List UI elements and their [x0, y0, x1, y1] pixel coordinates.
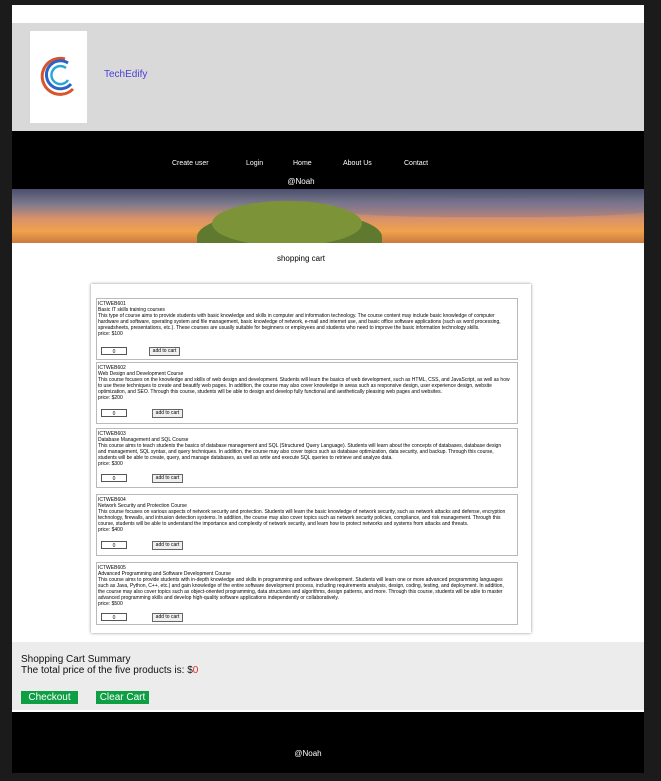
product-description: This course focuses on the knowledge and…: [98, 377, 510, 395]
cart-summary: Shopping Cart Summary The total price of…: [12, 642, 644, 710]
nav-bar: Create user Login Home About Us Contact …: [12, 131, 644, 189]
nav-login[interactable]: Login: [246, 160, 263, 167]
summary-total-label: The total price of the five products is:…: [21, 665, 193, 676]
add-to-cart-button[interactable]: add to cart: [149, 347, 180, 356]
logo-icon: [40, 56, 75, 96]
product-card: ICTWEB601 Basic IT skills training cours…: [96, 298, 518, 360]
quantity-input[interactable]: 0: [101, 541, 127, 549]
nav-about-us[interactable]: About Us: [343, 160, 372, 167]
add-to-cart-button[interactable]: add to cart: [152, 474, 183, 483]
product-description: This course aims to teach students the b…: [98, 443, 502, 461]
quantity-input[interactable]: 0: [101, 409, 127, 417]
product-price: price: $500: [98, 601, 123, 607]
summary-title: Shopping Cart Summary: [21, 654, 131, 665]
brand-name[interactable]: TechEdify: [104, 69, 147, 80]
product-card: ICTWEB602 Web Design and Development Cou…: [96, 362, 518, 424]
logo: [30, 31, 87, 123]
nav-create-user[interactable]: Create user: [172, 160, 209, 167]
nav-handle: @Noah: [287, 177, 315, 186]
quantity-input[interactable]: 0: [101, 347, 127, 355]
product-list: ICTWEB601 Basic IT skills training cours…: [91, 284, 531, 633]
add-to-cart-button[interactable]: add to cart: [152, 541, 183, 550]
product-price: price: $400: [98, 527, 123, 533]
product-card: ICTWEB604 Network Security and Protectio…: [96, 494, 518, 556]
banner-image: [12, 189, 644, 243]
page: TechEdify Create user Login Home About U…: [12, 5, 644, 773]
product-price: price: $200: [98, 395, 123, 401]
cart-title: shopping cart: [276, 254, 326, 263]
footer-text: @Noah: [294, 749, 322, 758]
product-description: This course aims to provide students wit…: [98, 577, 504, 601]
quantity-input[interactable]: 0: [101, 613, 127, 621]
footer: @Noah: [12, 712, 644, 773]
product-price: price: $100: [98, 331, 123, 337]
add-to-cart-button[interactable]: add to cart: [152, 409, 183, 418]
summary-total: The total price of the five products is:…: [21, 665, 198, 676]
product-description: This course focuses on various aspects o…: [98, 509, 506, 527]
nav-contact[interactable]: Contact: [404, 160, 428, 167]
summary-total-value: 0: [192, 665, 199, 676]
quantity-input[interactable]: 0: [101, 474, 127, 482]
clear-cart-button[interactable]: Clear Cart: [96, 691, 149, 704]
product-card: ICTWEB605 Advanced Programming and Softw…: [96, 562, 518, 625]
add-to-cart-button[interactable]: add to cart: [152, 613, 183, 622]
product-card: ICTWEB603 Database Management and SQL Co…: [96, 428, 518, 488]
header: TechEdify: [12, 23, 644, 131]
product-price: price: $300: [98, 461, 123, 467]
nav-home[interactable]: Home: [293, 160, 312, 167]
product-description: This type of course aims to provide stud…: [98, 313, 501, 331]
checkout-button[interactable]: Checkout: [21, 691, 78, 704]
